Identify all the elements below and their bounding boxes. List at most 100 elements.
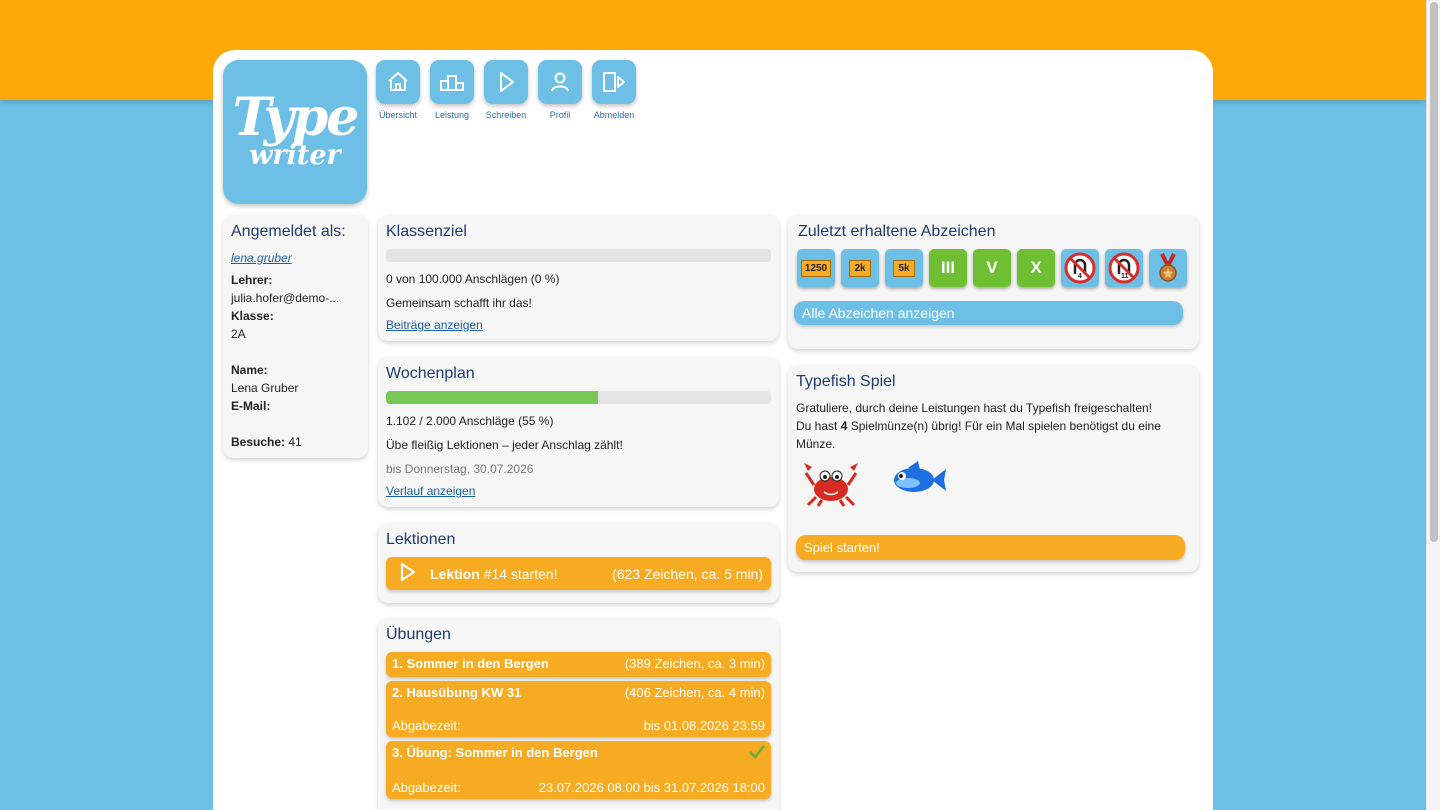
weekly-plan-card: Wochenplan 1.102 / 2.000 Anschläge (55 %… — [378, 357, 779, 507]
flag-badge-icon[interactable]: 5k — [885, 249, 923, 287]
nav-label: Abmelden — [593, 110, 635, 120]
badge-label: 11 — [1121, 273, 1129, 280]
class-goal-title: Klassenziel — [386, 223, 467, 240]
lesson-button-info: (623 Zeichen, ca. 5 min) — [612, 565, 763, 582]
typefish-title: Typefish Spiel — [796, 373, 896, 390]
teacher-value: julia.hofer@demo-... — [231, 291, 340, 305]
start-lesson-button[interactable]: Lektion #14 starten! (623 Zeichen, ca. 5… — [386, 557, 771, 590]
start-game-button[interactable]: Spiel starten! — [796, 535, 1185, 560]
badges-title: Zuletzt erhaltene Abzeichen — [798, 223, 996, 240]
main-nav: Übersicht Leistung Schreiben Profil Abme… — [376, 60, 636, 120]
fish-icon — [888, 459, 948, 512]
badge-label: V — [986, 258, 998, 277]
class-goal-message: Gemeinsam schafft ihr das! — [386, 296, 532, 310]
email-label: E-Mail: — [231, 399, 271, 413]
podium-icon[interactable] — [430, 60, 474, 104]
nav-logout[interactable]: Abmelden — [592, 60, 636, 120]
magnet-badge-icon[interactable]: 11 — [1105, 249, 1143, 287]
badge-label: III — [940, 258, 956, 277]
nav-label: Übersicht — [378, 110, 417, 120]
badge-label: 1250 — [800, 259, 832, 277]
exercise-due: bis 01.08.2026 23:59 — [643, 718, 765, 733]
nav-overview[interactable]: Übersicht — [376, 60, 420, 120]
lessons-card: Lektionen Lektion #14 starten! (623 Zeic… — [378, 523, 779, 603]
nav-profile[interactable]: Profil — [538, 60, 582, 120]
magnet-badge-icon[interactable]: 4 — [1061, 249, 1099, 287]
badge-label: X — [1030, 258, 1042, 277]
badges-card: Zuletzt erhaltene Abzeichen 1250 2k 5k I… — [788, 215, 1199, 349]
crab-icon — [800, 459, 862, 512]
exercise-title: 2. Hausübung KW 31 — [392, 685, 522, 700]
exercise-due-label: Abgabezeit: — [392, 780, 461, 795]
user-info-card: Angemeldet als: lena.gruber Lehrer: juli… — [223, 215, 368, 458]
weekly-plan-deadline: bis Donnerstag, 30.07.2026 — [386, 462, 534, 476]
exercise-info: (406 Zeichen, ca. 4 min) — [624, 685, 765, 700]
teacher-label: Lehrer: — [231, 273, 273, 287]
typefish-congrats: Gratuliere, durch deine Leistungen hast … — [796, 401, 1153, 415]
main-panel: Type writer Übersicht Leistung Schreiben — [213, 50, 1213, 810]
name-label: Name: — [231, 363, 268, 377]
badge-label: 4 — [1078, 273, 1082, 280]
badge-label: 5k — [893, 259, 915, 277]
flag-badge-icon[interactable]: 1250 — [797, 249, 835, 287]
exercise-item-2[interactable]: 2. Hausübung KW 31 (406 Zeichen, ca. 4 m… — [386, 681, 771, 737]
name-value: Lena Gruber — [231, 381, 299, 395]
coins-text-b: Spielmünze(n) übrig! Für ein Mal spielen… — [796, 419, 1161, 451]
scrollbar[interactable] — [1426, 0, 1440, 810]
exercise-due: 23.07.2026 08:00 bis 31.07.2026 18:00 — [538, 780, 765, 795]
play-icon[interactable] — [484, 60, 528, 104]
exercises-title: Übungen — [386, 626, 451, 643]
exercise-item-1[interactable]: 1. Sommer in den Bergen (389 Zeichen, ca… — [386, 652, 771, 677]
typewriter-logo[interactable]: Type writer — [223, 60, 367, 204]
visits-row: Besuche: 41 — [231, 433, 360, 451]
nav-write[interactable]: Schreiben — [484, 60, 528, 120]
class-value: 2A — [231, 327, 246, 341]
lesson-button-bold: Lektion — [430, 565, 480, 582]
show-history-link[interactable]: Verlauf anzeigen — [386, 484, 771, 498]
weekly-plan-stats: 1.102 / 2.000 Anschläge (55 %) — [386, 414, 554, 428]
checkmark-icon — [749, 745, 765, 762]
scrollbar-thumb[interactable] — [1430, 2, 1438, 542]
show-contributions-link[interactable]: Beiträge anzeigen — [386, 318, 771, 332]
class-goal-card: Klassenziel 0 von 100.000 Anschlägen (0 … — [378, 215, 779, 341]
exercise-item-3[interactable]: 3. Übung: Sommer in den Bergen Abgabezei… — [386, 741, 771, 799]
logged-in-heading: Angemeldet als: — [231, 223, 346, 240]
weekly-plan-progress-fill — [386, 391, 598, 404]
exercise-info: (389 Zeichen, ca. 3 min) — [624, 656, 765, 671]
lesson-button-number: #14 starten! — [479, 565, 558, 582]
coins-text-a: Du hast — [796, 419, 841, 433]
username-link[interactable]: lena.gruber — [231, 251, 360, 265]
visits-value: 41 — [288, 435, 302, 449]
exercise-title: 3. Übung: Sommer in den Bergen — [392, 745, 598, 760]
flag-badge-icon[interactable]: 2k — [841, 249, 879, 287]
exercise-title: 1. Sommer in den Bergen — [392, 656, 549, 671]
logo-line-1: Type — [232, 87, 360, 148]
typefish-card: Typefish Spiel Gratuliere, durch deine L… — [788, 365, 1199, 572]
logout-icon[interactable] — [592, 60, 636, 104]
badge-row: 1250 2k 5k III V X 4 11 — [794, 249, 1193, 287]
typefish-characters — [796, 459, 1191, 512]
typefish-coins: Du hast 4 Spielmünze(n) übrig! Für ein M… — [796, 417, 1191, 453]
user-icon[interactable] — [538, 60, 582, 104]
class-goal-stats: 0 von 100.000 Anschlägen (0 %) — [386, 272, 560, 286]
show-all-badges-button[interactable]: Alle Abzeichen anzeigen — [794, 301, 1183, 325]
home-icon[interactable] — [376, 60, 420, 104]
nav-label: Leistung — [434, 110, 470, 120]
exercises-card: Übungen 1. Sommer in den Bergen (389 Zei… — [378, 618, 779, 810]
logo-line-2: writer — [249, 140, 341, 171]
nav-performance[interactable]: Leistung — [430, 60, 474, 120]
nav-label: Schreiben — [485, 110, 527, 120]
lessons-title: Lektionen — [386, 531, 456, 548]
weekly-plan-title: Wochenplan — [386, 365, 475, 382]
visits-label: Besuche: — [231, 435, 286, 449]
roman-badge-icon[interactable]: V — [973, 249, 1011, 287]
exercise-due-label: Abgabezeit: — [392, 718, 461, 733]
medal-badge-icon[interactable] — [1149, 249, 1187, 287]
nav-label: Profil — [549, 110, 571, 120]
weekly-plan-message: Übe fleißig Lektionen – jeder Anschlag z… — [386, 438, 623, 452]
class-label: Klasse: — [231, 309, 274, 323]
badge-label: 2k — [849, 259, 871, 277]
roman-badge-icon[interactable]: III — [929, 249, 967, 287]
roman-badge-icon[interactable]: X — [1017, 249, 1055, 287]
class-goal-progress-bar — [386, 249, 771, 262]
